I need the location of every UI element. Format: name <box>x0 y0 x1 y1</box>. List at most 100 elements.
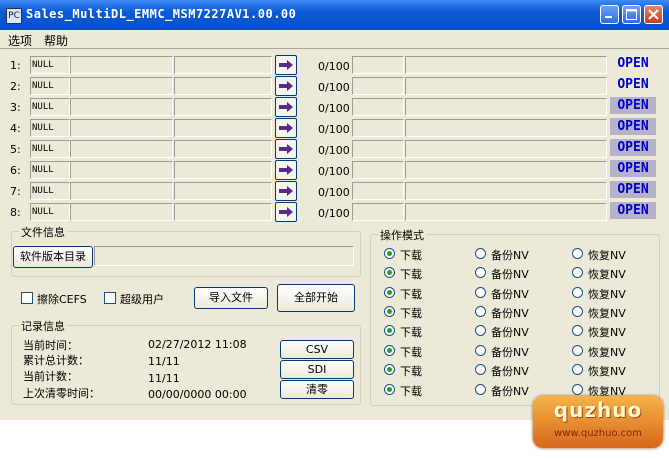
mode-radio-restore-nv[interactable] <box>572 384 583 395</box>
port-arrow-button[interactable] <box>275 202 297 222</box>
port-name-field: NULL <box>30 203 70 221</box>
port-progress: 0/100 <box>318 165 350 178</box>
port-detail-field <box>174 203 272 221</box>
mode-label-restore-nv: 恢复NV <box>588 346 626 359</box>
mode-radio-backup-nv[interactable] <box>475 267 486 278</box>
title-bar[interactable]: PC Sales_MultiDL_EMMC_MSM7227AV1.00.00 <box>0 0 669 30</box>
port-arrow-button[interactable] <box>275 139 297 159</box>
port-open-status[interactable]: OPEN <box>610 160 656 177</box>
minimize-button[interactable] <box>600 5 619 24</box>
mode-radio-download[interactable] <box>384 325 395 336</box>
arrow-right-icon <box>279 81 293 91</box>
port-status-field <box>352 98 404 116</box>
port-arrow-button[interactable] <box>275 181 297 201</box>
port-detail-field <box>174 98 272 116</box>
port-info-field <box>70 119 173 137</box>
maximize-button[interactable] <box>622 5 641 24</box>
mode-radio-download[interactable] <box>384 248 395 259</box>
port-progress-bar <box>405 140 607 158</box>
close-button[interactable] <box>644 5 663 24</box>
mode-label-restore-nv: 恢复NV <box>588 365 626 378</box>
mode-radio-download[interactable] <box>384 287 395 298</box>
mode-radio-backup-nv[interactable] <box>475 306 486 317</box>
port-row: 8: NULL 0/100 OPEN <box>0 202 669 223</box>
mode-radio-download[interactable] <box>384 267 395 278</box>
erase-cefs-checkbox[interactable] <box>21 292 33 304</box>
watermark-url: www.quzhuo.com <box>554 428 642 439</box>
port-arrow-button[interactable] <box>275 76 297 96</box>
port-detail-field <box>174 140 272 158</box>
main-window: PC Sales_MultiDL_EMMC_MSM7227AV1.00.00 选… <box>0 0 669 420</box>
port-detail-field <box>174 77 272 95</box>
mode-radio-restore-nv[interactable] <box>572 306 583 317</box>
mode-radio-restore-nv[interactable] <box>572 364 583 375</box>
csv-button[interactable]: CSV <box>280 340 354 359</box>
port-arrow-button[interactable] <box>275 160 297 180</box>
mode-radio-restore-nv[interactable] <box>572 345 583 356</box>
arrow-right-icon <box>279 207 293 217</box>
mode-radio-backup-nv[interactable] <box>475 287 486 298</box>
port-info-field <box>70 161 173 179</box>
port-arrow-button[interactable] <box>275 55 297 75</box>
port-name-field: NULL <box>30 140 70 158</box>
start-all-button[interactable]: 全部开始 <box>277 284 355 312</box>
arrow-right-icon <box>279 60 293 70</box>
sdi-button[interactable]: SDI <box>280 360 354 379</box>
port-number: 3: <box>10 101 21 114</box>
mode-label-download: 下载 <box>400 365 422 378</box>
port-progress-bar <box>405 77 607 95</box>
port-open-status[interactable]: OPEN <box>610 202 656 219</box>
mode-label-backup-nv: 备份NV <box>491 249 529 262</box>
port-arrow-button[interactable] <box>275 97 297 117</box>
port-progress-bar <box>405 161 607 179</box>
port-number: 2: <box>10 80 21 93</box>
mode-radio-backup-nv[interactable] <box>475 248 486 259</box>
version-dir-button[interactable]: 软件版本目录 <box>13 246 93 268</box>
port-open-status[interactable]: OPEN <box>610 76 656 93</box>
current-count-label: 当前计数： <box>23 370 78 383</box>
mode-label-restore-nv: 恢复NV <box>588 268 626 281</box>
mode-radio-restore-nv[interactable] <box>572 287 583 298</box>
port-open-status[interactable]: OPEN <box>610 55 656 72</box>
mode-radio-backup-nv[interactable] <box>475 325 486 336</box>
import-file-button[interactable]: 导入文件 <box>194 287 268 309</box>
maximize-icon <box>626 9 637 20</box>
port-number: 5: <box>10 143 21 156</box>
reset-button[interactable]: 清零 <box>280 380 354 399</box>
mode-radio-restore-nv[interactable] <box>572 325 583 336</box>
mode-radio-backup-nv[interactable] <box>475 364 486 375</box>
mode-radio-download[interactable] <box>384 306 395 317</box>
mode-radio-download[interactable] <box>384 384 395 395</box>
mode-radio-backup-nv[interactable] <box>475 384 486 395</box>
mode-radio-restore-nv[interactable] <box>572 248 583 259</box>
port-open-status[interactable]: OPEN <box>610 118 656 135</box>
watermark-logo-text: quzhuo <box>553 398 643 422</box>
current-time-label: 当前时间： <box>23 339 78 352</box>
port-progress: 0/100 <box>318 60 350 73</box>
mode-radio-download[interactable] <box>384 345 395 356</box>
port-open-status[interactable]: OPEN <box>610 97 656 114</box>
port-row: 1: NULL 0/100 OPEN <box>0 55 669 76</box>
mode-radio-restore-nv[interactable] <box>572 267 583 278</box>
menu-help[interactable]: 帮助 <box>44 32 68 49</box>
port-open-status[interactable]: OPEN <box>610 139 656 156</box>
super-user-checkbox[interactable] <box>104 292 116 304</box>
mode-label-download: 下载 <box>400 307 422 320</box>
port-arrow-button[interactable] <box>275 118 297 138</box>
file-path-field[interactable] <box>94 246 354 266</box>
mode-label-backup-nv: 备份NV <box>491 365 529 378</box>
menu-options[interactable]: 选项 <box>8 32 32 49</box>
port-status-field <box>352 119 404 137</box>
port-open-status[interactable]: OPEN <box>610 181 656 198</box>
mode-radio-download[interactable] <box>384 364 395 375</box>
mode-label-backup-nv: 备份NV <box>491 346 529 359</box>
port-progress-bar <box>405 182 607 200</box>
arrow-right-icon <box>279 102 293 112</box>
port-status-field <box>352 182 404 200</box>
port-row: 5: NULL 0/100 OPEN <box>0 139 669 160</box>
total-count-value: 11/11 <box>148 355 180 368</box>
mode-radio-backup-nv[interactable] <box>475 345 486 356</box>
port-name-field: NULL <box>30 161 70 179</box>
port-name-field: NULL <box>30 98 70 116</box>
port-row: 6: NULL 0/100 OPEN <box>0 160 669 181</box>
